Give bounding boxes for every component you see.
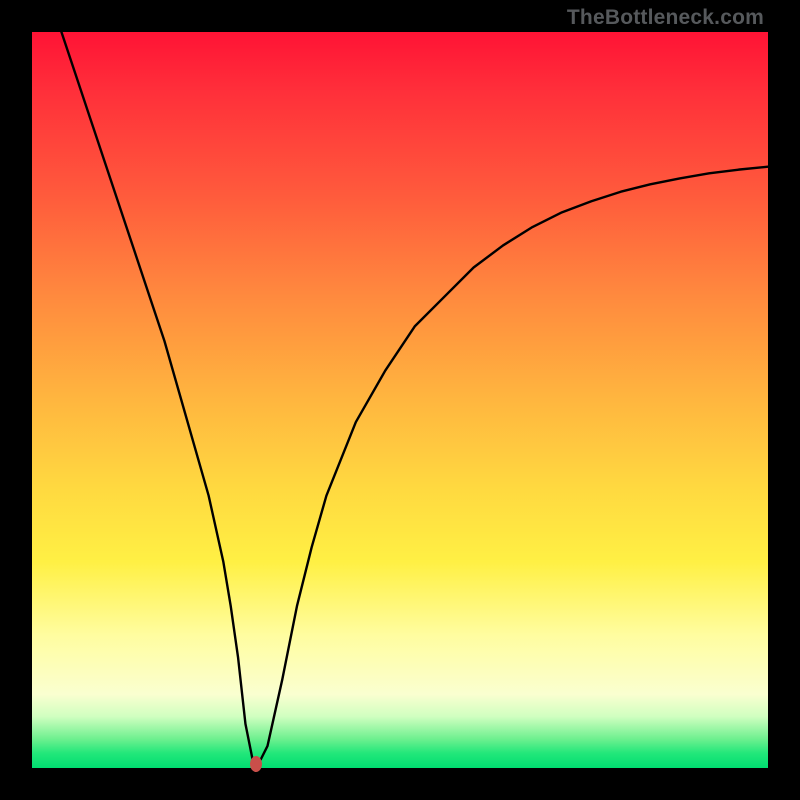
chart-frame: TheBottleneck.com: [0, 0, 800, 800]
plot-area: [32, 32, 768, 768]
attribution-text: TheBottleneck.com: [567, 6, 764, 30]
bottleneck-curve: [32, 32, 768, 768]
optimum-marker: [250, 756, 262, 772]
